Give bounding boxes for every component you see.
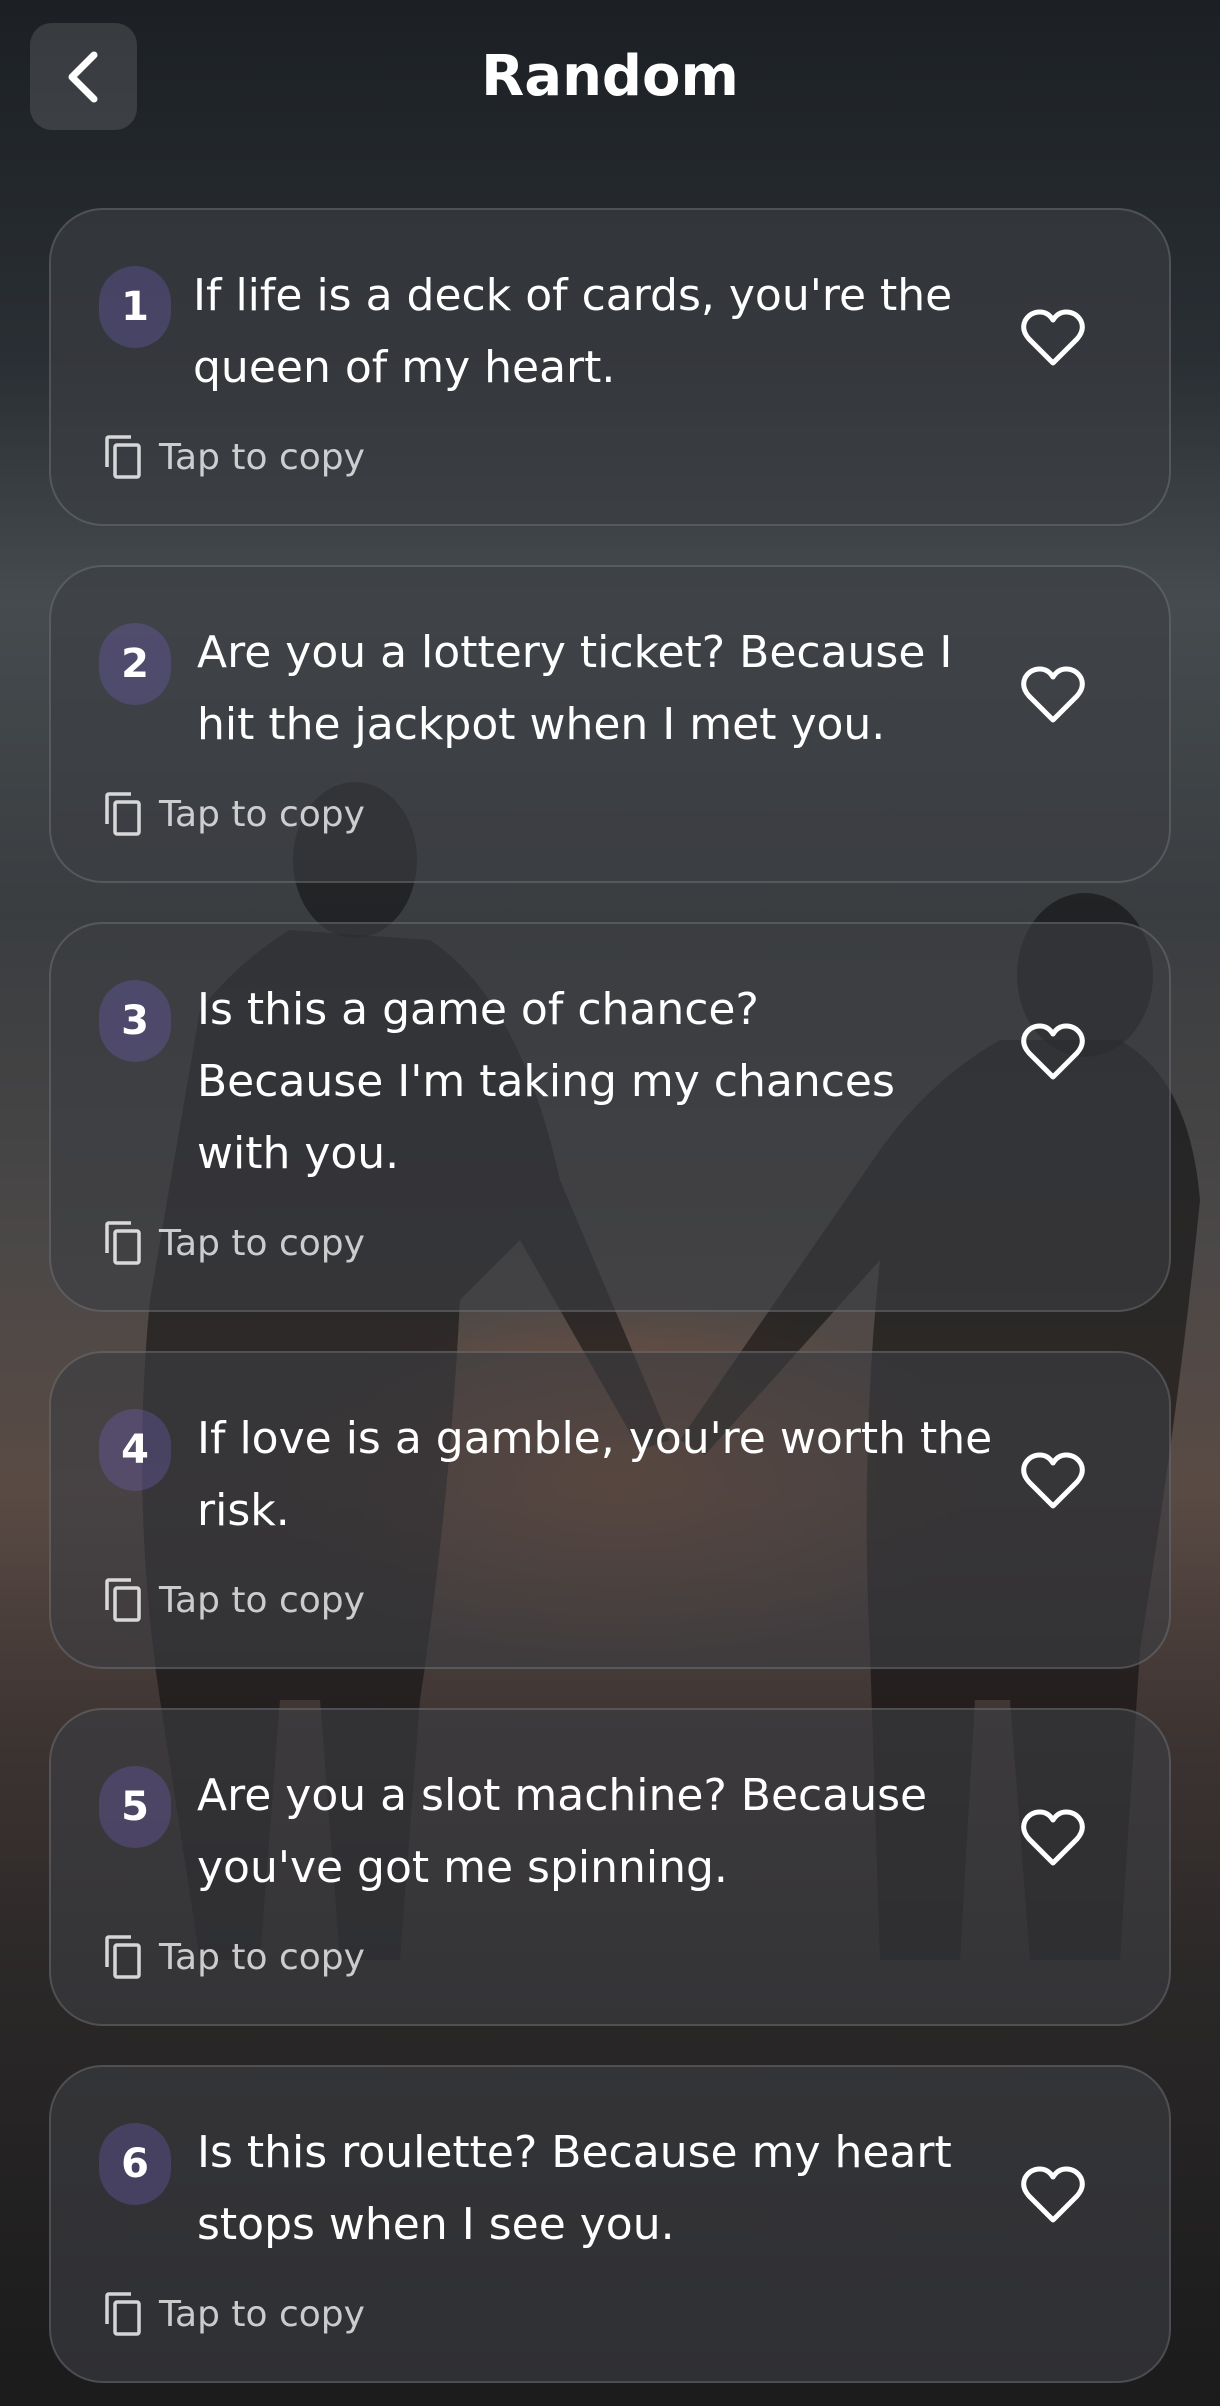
item-number-badge: 1 (99, 266, 171, 348)
item-text: Is this a game of chance? Because I'm ta… (197, 984, 895, 1179)
item-text: Are you a slot machine? Because you've g… (197, 1770, 928, 1893)
item-number-badge: 3 (99, 980, 171, 1062)
heart-outline-icon (1021, 666, 1085, 723)
copy-label: Tap to copy (159, 1936, 365, 1978)
copy-button[interactable]: Tap to copy (103, 2289, 365, 2339)
copy-icon (105, 1578, 141, 1622)
copy-label: Tap to copy (159, 2293, 365, 2335)
item-number-badge: 2 (99, 623, 171, 705)
heart-outline-icon (1021, 2166, 1085, 2223)
copy-button[interactable]: Tap to copy (103, 432, 365, 482)
list-item[interactable]: 2 Are you a lottery ticket? Because I hi… (49, 565, 1171, 883)
copy-icon (105, 1221, 141, 1265)
copy-label: Tap to copy (159, 1222, 365, 1264)
copy-label: Tap to copy (159, 436, 365, 478)
list-item[interactable]: 5 Are you a slot machine? Because you've… (49, 1708, 1171, 2026)
item-text: If life is a deck of cards, you're the q… (193, 270, 953, 393)
copy-icon (105, 792, 141, 836)
header-bar: Random (0, 0, 1220, 160)
copy-button[interactable]: Tap to copy (103, 789, 365, 839)
copy-button[interactable]: Tap to copy (103, 1575, 365, 1625)
item-text: Is this roulette? Because my heart stops… (197, 2127, 952, 2250)
favorite-button[interactable] (1017, 302, 1089, 374)
item-number-badge: 5 (99, 1766, 171, 1848)
favorite-button[interactable] (1017, 659, 1089, 731)
heart-outline-icon (1021, 1452, 1085, 1509)
item-text: If love is a gamble, you're worth the ri… (197, 1413, 993, 1536)
heart-outline-icon (1021, 309, 1085, 366)
favorite-button[interactable] (1017, 2159, 1089, 2231)
favorite-button[interactable] (1017, 1016, 1089, 1088)
item-number-badge: 4 (99, 1409, 171, 1491)
list-item[interactable]: 3 Is this a game of chance? Because I'm … (49, 922, 1171, 1312)
copy-label: Tap to copy (159, 793, 365, 835)
heart-outline-icon (1021, 1809, 1085, 1866)
heart-outline-icon (1021, 1023, 1085, 1080)
copy-button[interactable]: Tap to copy (103, 1218, 365, 1268)
copy-icon (105, 2292, 141, 2336)
favorite-button[interactable] (1017, 1802, 1089, 1874)
list-item[interactable]: 1 If life is a deck of cards, you're the… (49, 208, 1171, 526)
list-item[interactable]: 6 Is this roulette? Because my heart sto… (49, 2065, 1171, 2383)
page-title: Random (481, 44, 739, 109)
list-item[interactable]: 4 If love is a gamble, you're worth the … (49, 1351, 1171, 1669)
copy-label: Tap to copy (159, 1579, 365, 1621)
copy-icon (105, 435, 141, 479)
item-text: Are you a lottery ticket? Because I hit … (197, 627, 953, 750)
copy-icon (105, 1935, 141, 1979)
favorite-button[interactable] (1017, 1445, 1089, 1517)
item-number-badge: 6 (99, 2123, 171, 2205)
copy-button[interactable]: Tap to copy (103, 1932, 365, 1982)
